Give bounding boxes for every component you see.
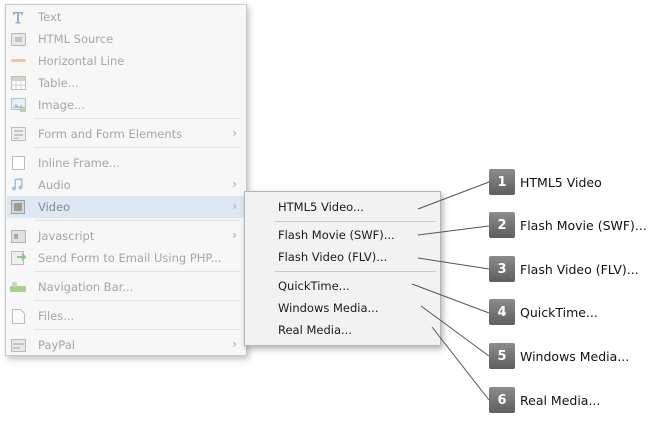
callout-line-3 [417,257,490,270]
callout-badge-3: 3 [489,256,515,282]
callout-badge-6: 6 [489,387,515,413]
callout-badge-5: 5 [489,343,515,369]
callout-label-1: HTML5 Video [520,175,602,190]
callout-label-3: Flash Video (FLV)... [520,262,639,277]
callout-line-5 [420,305,490,357]
callout-badge-1: 1 [489,169,515,195]
callout-label-4: QuickTime... [520,305,598,320]
callout-label-5: Windows Media... [520,349,630,364]
callout-label-2: Flash Movie (SWF)... [520,218,647,233]
callout-line-6 [431,326,490,401]
callout-label-6: Real Media... [520,393,601,408]
callout-line-1 [417,181,490,210]
callout-line-2 [417,225,490,236]
callout-badge-2: 2 [489,212,515,238]
callout-line-4 [411,283,490,314]
callout-badge-4: 4 [489,299,515,325]
